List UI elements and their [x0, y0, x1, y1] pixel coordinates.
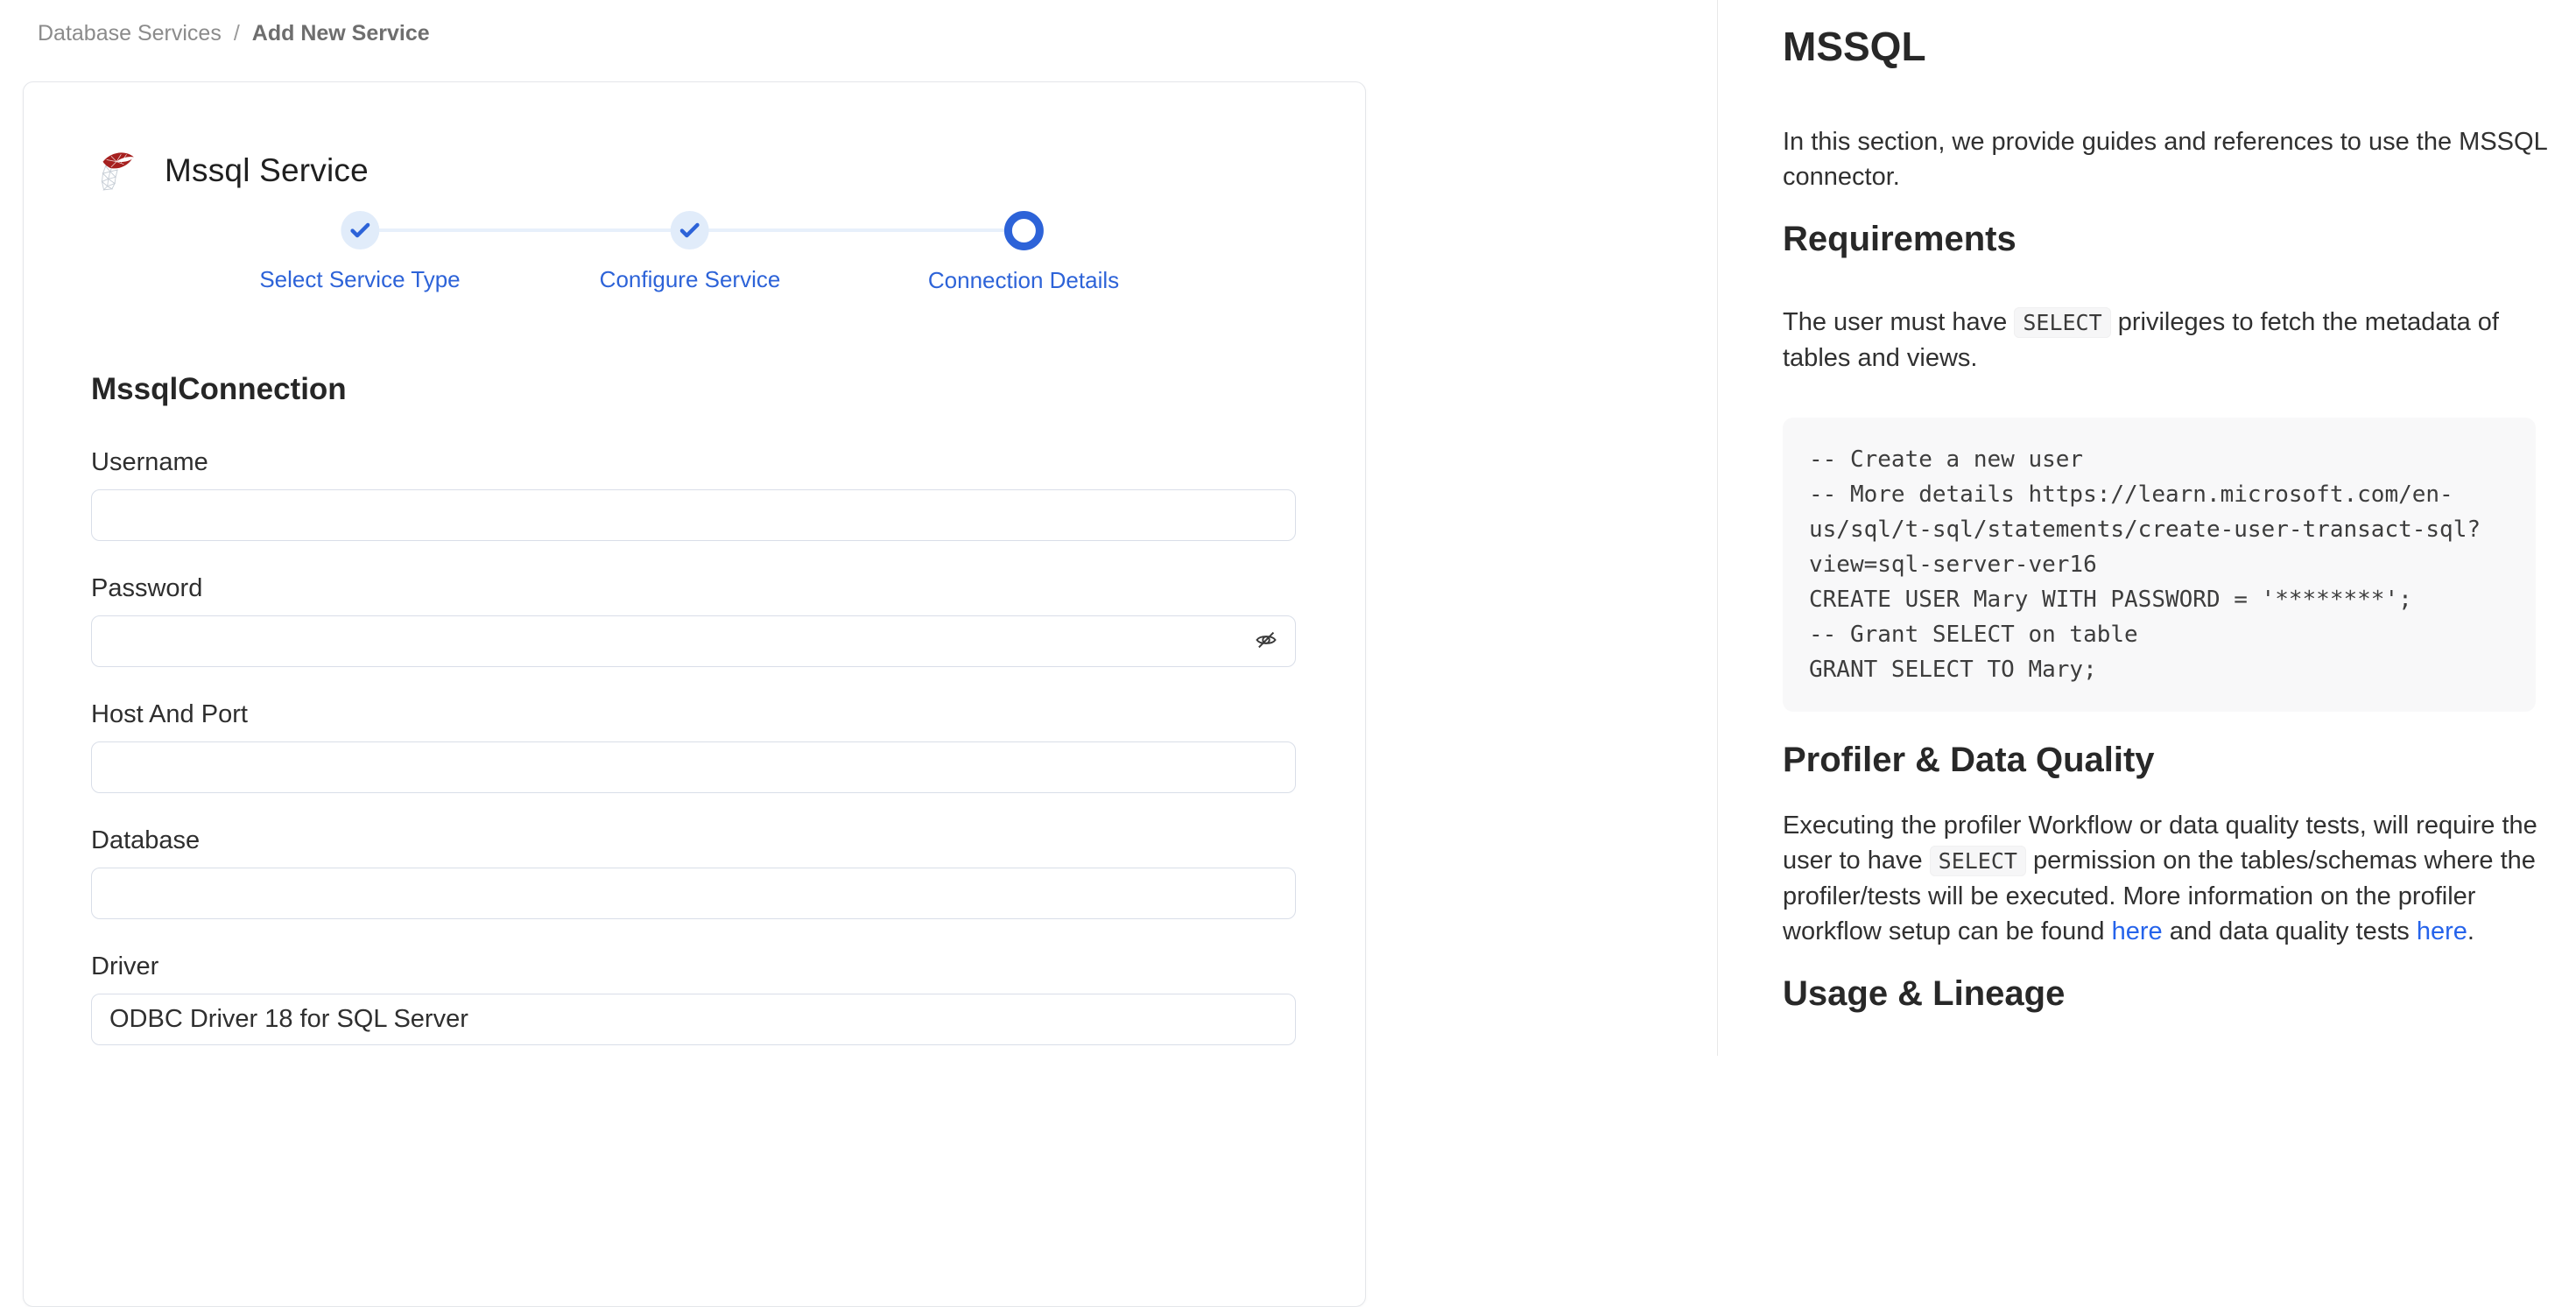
form-title: MssqlConnection	[91, 372, 1296, 407]
data-quality-tests-link[interactable]: here	[2417, 917, 2467, 945]
profiler-text-3: and data quality tests	[2163, 917, 2417, 945]
username-input[interactable]	[91, 489, 1296, 541]
inline-code-select: SELECT	[2014, 307, 2110, 338]
requirements-paragraph: The user must have SELECT privileges to …	[1783, 305, 2553, 376]
wizard-stepper: Select Service Type Configure Service Co…	[24, 211, 1365, 300]
driver-field-group: Driver	[91, 953, 1296, 1045]
step-configure-service: Configure Service	[600, 211, 781, 293]
breadcrumb-current-page: Add New Service	[252, 21, 430, 46]
connection-form: MssqlConnection Username Password	[91, 372, 1296, 1045]
breadcrumb-link-database-services[interactable]: Database Services	[38, 21, 222, 46]
step-select-service-type: Select Service Type	[259, 211, 460, 293]
profiler-paragraph: Executing the profiler Workflow or data …	[1783, 808, 2553, 949]
code-line: -- Grant SELECT on table	[1809, 617, 2509, 652]
host-and-port-field-group: Host And Port	[91, 701, 1296, 793]
database-field-group: Database	[91, 827, 1296, 919]
inline-code-select: SELECT	[1930, 846, 2026, 876]
step-completed-check-icon	[671, 211, 709, 249]
breadcrumb-separator: /	[234, 21, 240, 46]
driver-input[interactable]	[91, 994, 1296, 1045]
username-label: Username	[91, 449, 1296, 475]
docs-title: MSSQL	[1783, 23, 2553, 70]
username-field-group: Username	[91, 449, 1296, 541]
requirements-text-before: The user must have	[1783, 308, 2014, 336]
host-and-port-input[interactable]	[91, 741, 1296, 793]
connection-setup-pane: Database Services / Add New Service Mssq…	[0, 0, 1717, 1056]
sql-code-block: -- Create a new user -- More details htt…	[1783, 418, 2536, 712]
password-field-group: Password	[91, 575, 1296, 667]
usage-lineage-heading: Usage & Lineage	[1783, 973, 2553, 1014]
code-line: GRANT SELECT TO Mary;	[1809, 652, 2509, 687]
service-title: Mssql Service	[165, 152, 369, 189]
step-label: Select Service Type	[259, 266, 460, 293]
eye-invisible-icon	[1254, 628, 1278, 655]
database-input[interactable]	[91, 868, 1296, 919]
code-line: CREATE USER Mary WITH PASSWORD = '******…	[1809, 582, 2509, 617]
add-service-card: Mssql Service Select Service Type Config…	[23, 81, 1366, 1307]
step-active-ring-icon	[1003, 211, 1043, 250]
driver-label: Driver	[91, 953, 1296, 980]
step-connection-details: Connection Details	[928, 211, 1119, 294]
step-label: Connection Details	[928, 267, 1119, 294]
password-label: Password	[91, 575, 1296, 601]
docs-intro: In this section, we provide guides and r…	[1783, 124, 2553, 194]
profiler-workflow-link[interactable]: here	[2112, 917, 2163, 945]
profiler-heading: Profiler & Data Quality	[1783, 740, 2553, 780]
breadcrumb: Database Services / Add New Service	[38, 21, 430, 46]
password-visibility-toggle[interactable]	[1249, 624, 1284, 659]
step-label: Configure Service	[600, 266, 781, 293]
code-line: -- More details https://learn.microsoft.…	[1809, 477, 2509, 582]
profiler-text-4: .	[2467, 917, 2474, 945]
docs-panel: MSSQL In this section, we provide guides…	[1718, 0, 2576, 1056]
host-and-port-label: Host And Port	[91, 701, 1296, 727]
service-header: Mssql Service	[91, 148, 1365, 193]
step-completed-check-icon	[341, 211, 379, 249]
password-input[interactable]	[91, 615, 1296, 667]
code-line: -- Create a new user	[1809, 442, 2509, 477]
requirements-heading: Requirements	[1783, 219, 2553, 259]
database-label: Database	[91, 827, 1296, 854]
sql-server-logo-icon	[91, 148, 137, 193]
